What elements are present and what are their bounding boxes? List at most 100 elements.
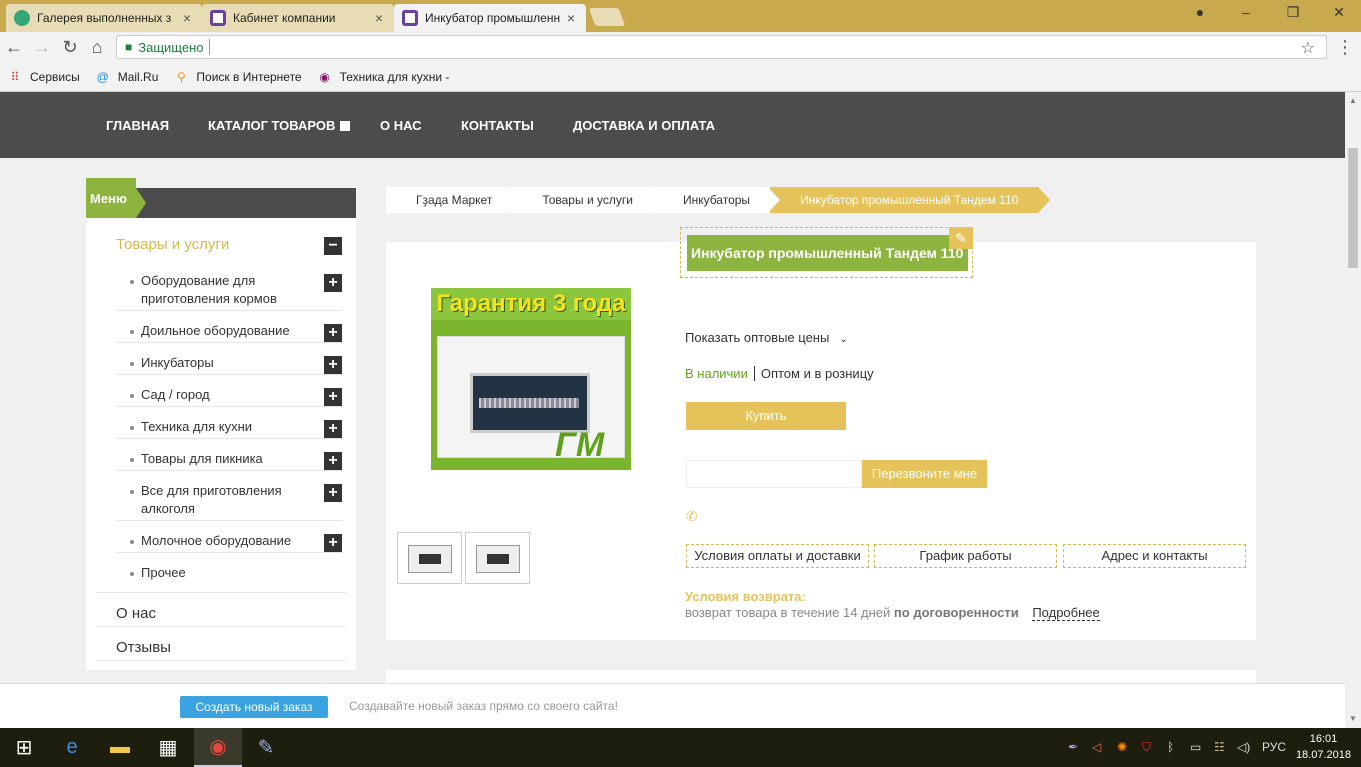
browser-tab-incubator[interactable]: Инкубатор промышленн ×: [394, 4, 586, 32]
product-title-editable[interactable]: Инкубатор промышленный Тандем 110 ✎: [680, 227, 973, 278]
expand-plus-icon[interactable]: +: [324, 324, 342, 342]
bullet-icon: [130, 426, 134, 430]
apps-grid-icon: ⠿: [10, 69, 20, 84]
scroll-up-icon[interactable]: ▲: [1349, 96, 1357, 105]
bookmark-search[interactable]: ⚲ Поиск в Интернете: [174, 70, 302, 84]
breadcrumb-goods[interactable]: Товары и услуги: [512, 187, 663, 213]
lock-icon: ■: [125, 40, 133, 54]
sidebar-item-alcohol[interactable]: Все для приготовления алкоголя: [130, 482, 356, 518]
page-scrollbar[interactable]: ▲ ▼: [1345, 92, 1361, 728]
sidebar-section-goods[interactable]: Товары и услуги: [116, 236, 229, 253]
thumbnail-image: [476, 545, 520, 573]
product-thumbnail-1[interactable]: [397, 532, 462, 584]
edge-icon[interactable]: e: [48, 728, 96, 767]
bluetooth-icon[interactable]: ᛒ: [1167, 740, 1174, 754]
close-icon[interactable]: ×: [372, 10, 386, 26]
bookmark-services[interactable]: ⠿ Сервисы: [8, 70, 80, 84]
bullet-icon: [130, 458, 134, 462]
windows-start-icon[interactable]: ⊞: [0, 728, 48, 767]
address-contacts-button[interactable]: Адрес и контакты: [1063, 544, 1246, 568]
incubator-window: [470, 373, 590, 433]
expand-plus-icon[interactable]: +: [324, 356, 342, 374]
shield-icon[interactable]: ⛉: [1142, 740, 1151, 755]
reload-icon[interactable]: ↻: [60, 36, 80, 58]
pencil-edit-icon[interactable]: ✎: [949, 227, 973, 249]
system-clock[interactable]: 16:01 18.07.2018: [1296, 731, 1351, 763]
network-icon[interactable]: ☷: [1214, 740, 1225, 754]
nav-delivery[interactable]: ДОСТАВКА И ОПЛАТА: [573, 118, 715, 133]
menu-kebab-icon[interactable]: ⋮: [1335, 36, 1355, 58]
product-card: Инкубатор промышленный Тандем 110 ✎ Гара…: [386, 227, 1256, 640]
expand-plus-icon[interactable]: +: [324, 484, 342, 502]
payment-delivery-button[interactable]: Условия оплаты и доставки: [686, 544, 869, 568]
breadcrumb-home[interactable]: Гҙада Маркет: [386, 187, 523, 213]
sale-type-label: Оптом и в розницу: [760, 366, 874, 381]
expand-plus-icon[interactable]: +: [324, 420, 342, 438]
sidebar-item-feed[interactable]: Оборудование для приготовления кормов: [130, 272, 356, 308]
sidebar-item-incubators[interactable]: Инкубаторы: [130, 354, 356, 372]
new-tab-button[interactable]: [588, 8, 626, 26]
address-bar[interactable]: ■ Защищено: [116, 35, 1327, 59]
sidebar-item-garden[interactable]: Сад / город: [130, 386, 356, 404]
divider: [116, 552, 342, 553]
browser-tab-cabinet[interactable]: Кабинет компании ×: [202, 4, 394, 32]
sidebar-item-about[interactable]: О нас: [116, 605, 156, 622]
back-icon[interactable]: ←: [4, 36, 24, 58]
bookmark-mailru[interactable]: @ Mail.Ru: [96, 70, 159, 84]
file-explorer-icon[interactable]: ▬: [96, 728, 144, 767]
chrome-icon[interactable]: ◉: [194, 728, 242, 767]
bookmark-kitchen[interactable]: ◉ Техника для кухни -: [318, 70, 449, 84]
close-icon[interactable]: ×: [180, 10, 194, 26]
sidebar-item-picnic[interactable]: Товары для пикника: [130, 450, 356, 468]
nav-catalog[interactable]: КАТАЛОГ ТОВАРОВ: [208, 118, 351, 133]
sidebar-item-kitchen[interactable]: Техника для кухни: [130, 418, 356, 436]
feather-icon[interactable]: ✒: [1068, 740, 1078, 754]
browser-tab-gallery[interactable]: Галерея выполненных з ×: [6, 4, 202, 32]
create-order-button[interactable]: Создать новый заказ: [180, 696, 328, 718]
return-period: возврат товара в течение 14 дней: [685, 605, 891, 620]
mailru-icon: @: [96, 69, 109, 84]
sidebar-item-dairy[interactable]: Молочное оборудование: [130, 532, 356, 550]
breadcrumb-incubators[interactable]: Инкубаторы: [652, 187, 781, 213]
expand-plus-icon[interactable]: +: [324, 388, 342, 406]
speaker-mute-icon[interactable]: ◁: [1092, 740, 1101, 754]
sidebar-item-other[interactable]: Прочее: [130, 564, 356, 582]
divider: [116, 406, 342, 407]
scroll-thumb[interactable]: [1348, 148, 1358, 268]
language-indicator[interactable]: РУС: [1262, 740, 1286, 754]
display-icon[interactable]: ▭: [1190, 740, 1201, 754]
product-thumbnail-2[interactable]: [465, 532, 530, 584]
avast-icon[interactable]: ✺: [1117, 740, 1127, 754]
nav-about[interactable]: О НАС: [380, 118, 422, 133]
divider: [96, 660, 346, 661]
close-icon[interactable]: ×: [564, 10, 578, 26]
expand-plus-icon[interactable]: +: [324, 274, 342, 292]
callback-button[interactable]: Перезвоните мне: [862, 460, 987, 488]
profile-icon[interactable]: ●: [1190, 4, 1210, 20]
wholesale-prices-toggle[interactable]: Показать оптовые цены ⌄: [685, 330, 848, 345]
sidebar-item-milking[interactable]: Доильное оборудование: [130, 322, 356, 340]
bookmark-star-icon[interactable]: ☆: [1301, 38, 1315, 58]
more-link[interactable]: Подробнее: [1032, 605, 1100, 621]
maximize-icon[interactable]: ❐: [1283, 4, 1303, 21]
text-cursor: [209, 39, 211, 55]
collapse-minus-icon[interactable]: −: [324, 237, 342, 255]
volume-icon[interactable]: ◁): [1237, 740, 1250, 754]
phone-input[interactable]: [686, 460, 862, 488]
window-close-icon[interactable]: ✕: [1329, 4, 1349, 21]
product-image[interactable]: Гарантия 3 года ГМ: [431, 288, 631, 488]
store-icon[interactable]: ▦: [144, 728, 192, 767]
buy-button[interactable]: Купить: [686, 402, 846, 430]
minimize-icon[interactable]: –: [1236, 4, 1256, 20]
forward-icon[interactable]: →: [32, 36, 52, 58]
home-icon[interactable]: ⌂: [87, 36, 107, 58]
expand-plus-icon[interactable]: +: [324, 534, 342, 552]
nav-home[interactable]: ГЛАВНАЯ: [106, 118, 169, 133]
sidebar-item-reviews[interactable]: Отзывы: [116, 639, 171, 656]
paint-icon[interactable]: ✎: [242, 728, 290, 767]
schedule-button[interactable]: График работы: [874, 544, 1057, 568]
menu-header: Меню: [86, 178, 356, 218]
expand-plus-icon[interactable]: +: [324, 452, 342, 470]
nav-contacts[interactable]: КОНТАКТЫ: [461, 118, 534, 133]
scroll-down-icon[interactable]: ▼: [1349, 714, 1357, 723]
